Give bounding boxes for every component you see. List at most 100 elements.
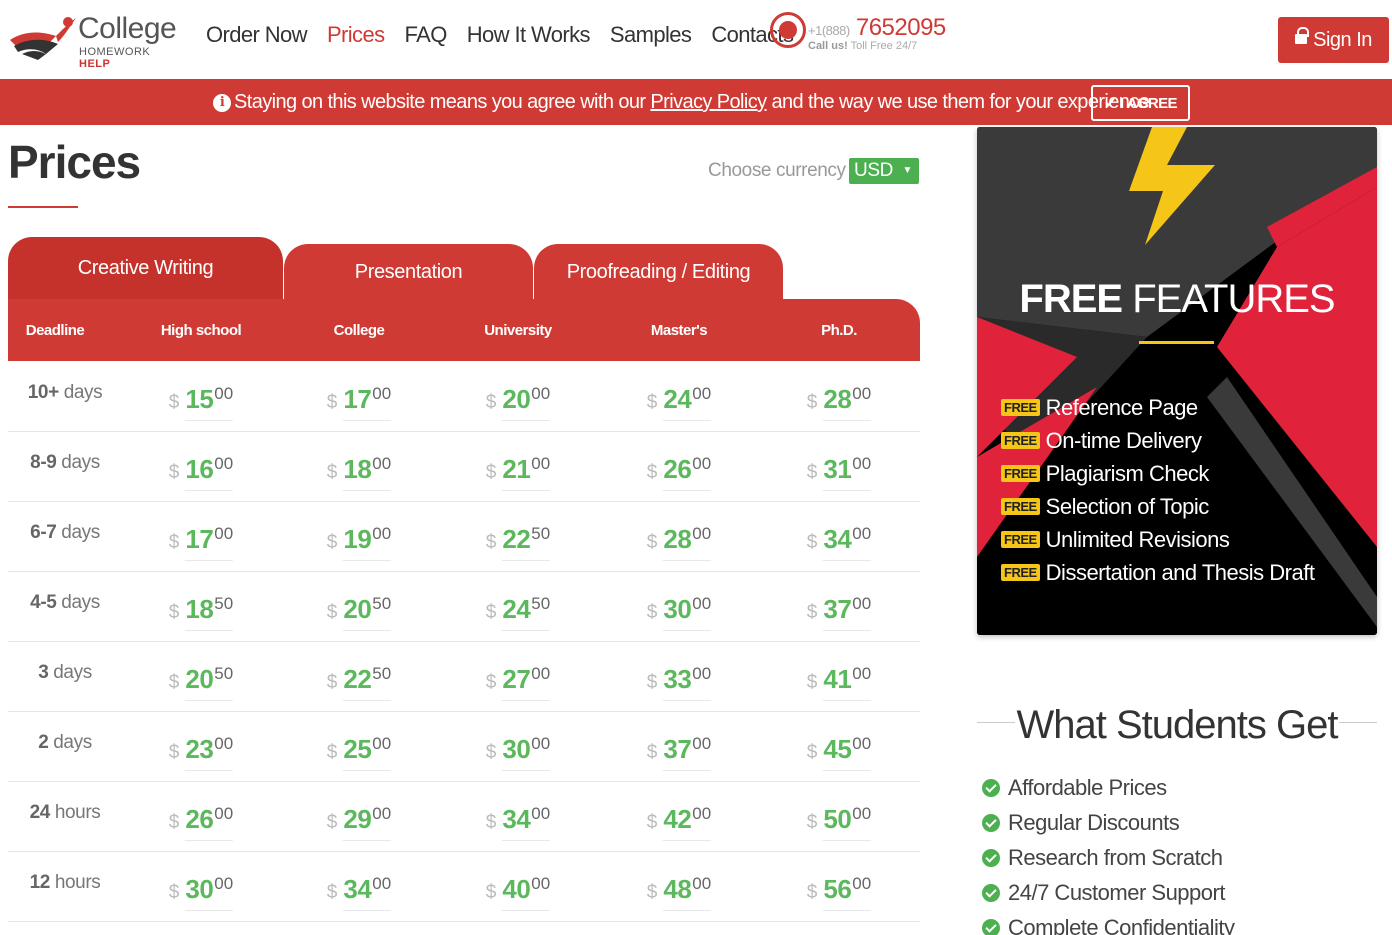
- table-row: 24 hours $2600 $2900 $3400 $4200 $5000: [8, 782, 920, 852]
- logo-subtitle: HOMEWORK HELP: [79, 46, 151, 70]
- currency-select[interactable]: USD ▼: [849, 158, 919, 184]
- price-cell: $1800: [327, 454, 392, 491]
- price-cell: $1700: [327, 384, 392, 421]
- price-table-body: 10+ days $1500 $1700 $2000 $2400 $2800 8-9 day…: [8, 362, 920, 922]
- price-cell: $2000: [486, 384, 551, 421]
- price-cell: $2600: [647, 454, 712, 491]
- deadline-cell: 24 hours: [29, 802, 101, 823]
- free-feature-item: FREE Reference Page: [1001, 391, 1314, 424]
- free-badge: FREE: [1001, 564, 1040, 581]
- col-masters: Master's: [650, 322, 708, 339]
- price-cell: $3100: [807, 454, 872, 491]
- free-badge: FREE: [1001, 399, 1040, 416]
- free-feature-item: FREE Selection of Topic: [1001, 490, 1314, 523]
- price-cell: $4200: [647, 804, 712, 841]
- price-cell: $4100: [807, 664, 872, 701]
- price-cell: $5600: [807, 874, 872, 911]
- free-badge: FREE: [1001, 498, 1040, 515]
- price-cell: $4000: [486, 874, 551, 911]
- price-cell: $2800: [647, 524, 712, 561]
- nav-samples[interactable]: Samples: [610, 22, 692, 48]
- tab-creative-writing[interactable]: Creative Writing: [8, 237, 283, 299]
- price-cell: $2300: [169, 734, 234, 771]
- col-deadline: Deadline: [25, 322, 85, 339]
- benefit-item: Research from Scratch: [982, 840, 1234, 875]
- logo-wordmark: College: [78, 12, 177, 45]
- privacy-policy-link[interactable]: Privacy Policy: [650, 91, 767, 113]
- title-underline: [8, 206, 78, 208]
- table-row: 12 hours $3000 $3400 $4000 $4800 $5600: [8, 852, 920, 922]
- free-feature-item: FREE Unlimited Revisions: [1001, 523, 1314, 556]
- price-cell: $4500: [807, 734, 872, 771]
- price-cell: $5000: [807, 804, 872, 841]
- sign-in-button[interactable]: Sign In: [1278, 17, 1389, 63]
- phone-number: +1(888) 7652095: [808, 14, 946, 41]
- check-circle-icon: [982, 813, 1000, 832]
- price-cell: $3700: [647, 734, 712, 771]
- benefit-item: 24/7 Customer Support: [982, 875, 1234, 910]
- price-cell: $1700: [169, 524, 234, 561]
- info-icon: i: [213, 94, 231, 112]
- col-college: College: [333, 322, 385, 339]
- phone-icon: [770, 12, 806, 48]
- free-features-title: FREE FEATURES: [1019, 277, 1335, 321]
- price-cell: $4800: [647, 874, 712, 911]
- students-benefits-list: Affordable Prices Regular Discounts Resear…: [982, 770, 1235, 935]
- nav-prices[interactable]: Prices: [327, 22, 385, 48]
- price-table-header: Deadline High school College University …: [8, 299, 920, 361]
- price-cell: $1500: [169, 384, 234, 421]
- col-high-school: High school: [160, 322, 242, 339]
- deadline-cell: 4-5 days: [30, 592, 100, 613]
- price-cell: $3000: [169, 874, 234, 911]
- free-feature-item: FREE Dissertation and Thesis Draft: [1001, 556, 1315, 589]
- price-cell: $2050: [327, 594, 392, 631]
- price-cell: $3300: [647, 664, 712, 701]
- price-cell: $2600: [169, 804, 234, 841]
- tab-proofreading-editing[interactable]: Proofreading / Editing: [534, 244, 783, 300]
- cookie-text: Staying on this website means you agree …: [234, 91, 1150, 113]
- price-cell: $2250: [486, 524, 551, 561]
- caret-down-icon: ▼: [902, 165, 913, 176]
- nav-how-it-works[interactable]: How It Works: [467, 22, 591, 48]
- agree-button[interactable]: ✔ I AGREE: [1091, 85, 1190, 121]
- deadline-cell: 3 days: [38, 662, 92, 683]
- site-logo[interactable]: College HOMEWORK HELP: [8, 12, 183, 70]
- price-cell: $3000: [486, 734, 551, 771]
- tab-presentation[interactable]: Presentation: [284, 244, 533, 300]
- free-features-list: FREE Reference Page FREE On-time Delivery FR…: [1001, 391, 1315, 589]
- nav-faq[interactable]: FAQ: [405, 22, 448, 48]
- price-cell: $1600: [169, 454, 234, 491]
- check-circle-icon: [982, 918, 1000, 935]
- price-cell: $2700: [486, 664, 551, 701]
- table-row: 8-9 days $1600 $1800 $2100 $2600 $3100: [8, 432, 920, 502]
- table-row: 2 days $2300 $2500 $3000 $3700 $4500: [8, 712, 920, 782]
- price-cell: $2400: [647, 384, 712, 421]
- table-row: 3 days $2050 $2250 $2700 $3300 $4100: [8, 642, 920, 712]
- price-cell: $1900: [327, 524, 392, 561]
- nav-order-now[interactable]: Order Now: [206, 22, 308, 48]
- col-university: University: [484, 322, 552, 339]
- price-cell: $3400: [327, 874, 392, 911]
- title-divider: [1139, 341, 1214, 344]
- table-row: 4-5 days $1850 $2050 $2450 $3000 $3700: [8, 572, 920, 642]
- deadline-cell: 2 days: [38, 732, 92, 753]
- free-feature-item: FREE On-time Delivery: [1001, 424, 1314, 457]
- deadline-cell: 10+ days: [27, 382, 103, 403]
- table-row: 6-7 days $1700 $1900 $2250 $2800 $3400: [8, 502, 920, 572]
- currency-label: Choose currency: [708, 160, 846, 181]
- free-badge: FREE: [1001, 531, 1040, 548]
- lock-icon: [1295, 27, 1310, 47]
- price-cell: $2900: [327, 804, 392, 841]
- cookie-banner: i Staying on this website means you agre…: [0, 79, 1392, 125]
- benefit-item: Complete Confidentiality: [982, 910, 1235, 935]
- price-cell: $2100: [486, 454, 551, 491]
- price-cell: $3000: [647, 594, 712, 631]
- sign-in-label: Sign In: [1313, 28, 1372, 51]
- site-header: College HOMEWORK HELP Order Now Prices F…: [0, 0, 1392, 79]
- check-circle-icon: [982, 883, 1000, 902]
- price-cell: $3400: [486, 804, 551, 841]
- logo-mark-icon: [10, 17, 76, 60]
- main-nav: Order Now Prices FAQ How It Works Sample…: [206, 22, 813, 48]
- phone-contact[interactable]: +1(888) 7652095 Call us! Toll Free 24/7: [770, 12, 950, 52]
- benefit-item: Regular Discounts: [982, 805, 1234, 840]
